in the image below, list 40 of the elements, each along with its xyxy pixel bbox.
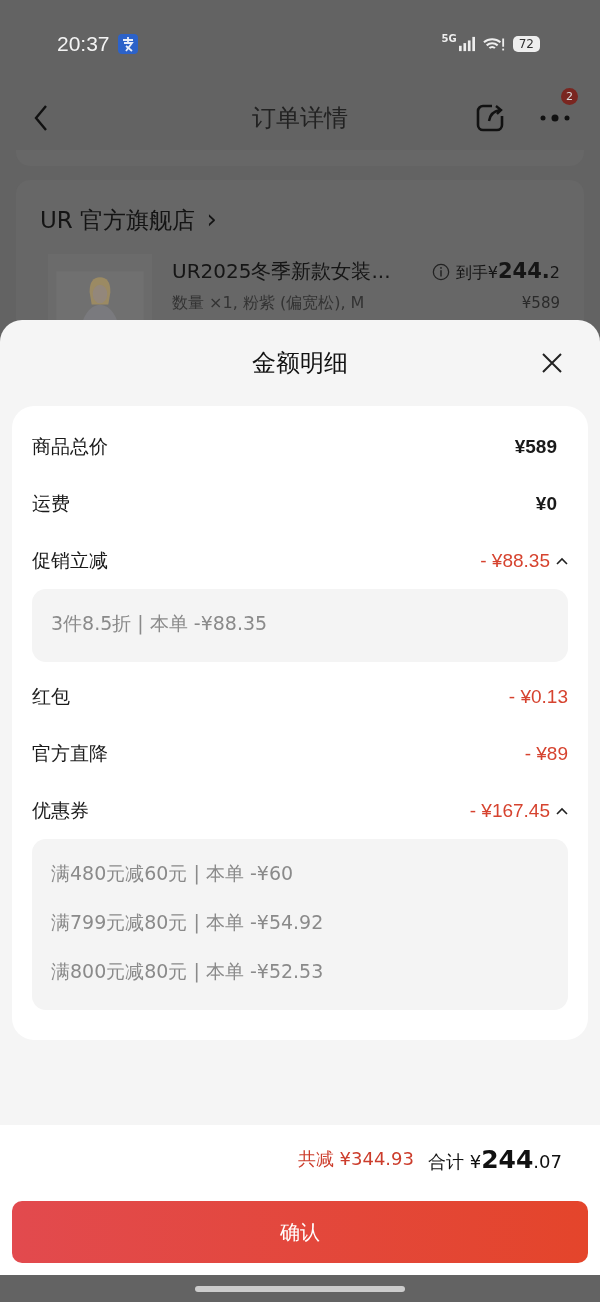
row-label: 促销立减 [32, 547, 109, 573]
close-icon[interactable] [542, 353, 562, 373]
row-amount: ¥589 [514, 435, 557, 458]
discount-line: 满800元减80元 | 本单 -¥52.53 [51, 959, 325, 985]
discount-line: 3件8.5折 | 本单 -¥88.35 [51, 611, 269, 637]
caret-icon[interactable] [556, 806, 568, 815]
more-icon[interactable] [540, 114, 570, 122]
row-amount: - ¥88.35 [480, 549, 550, 572]
row-label: 优惠券 [32, 797, 90, 823]
back-icon[interactable] [34, 104, 48, 132]
row-label: 官方直降 [32, 740, 109, 766]
network-label: 5G [441, 32, 457, 44]
app-icon [117, 34, 138, 54]
share-icon[interactable] [476, 104, 504, 132]
row-amount: - ¥0.13 [508, 685, 568, 708]
product-title[interactable]: UR2025冬季新款女装... [172, 258, 426, 285]
original-price: ¥589 [521, 294, 560, 312]
row-amount: ¥0 [535, 492, 557, 515]
row-label: 运费 [32, 490, 71, 516]
discount-line: 满799元减80元 | 本单 -¥54.92 [51, 910, 325, 936]
caret-icon[interactable] [556, 556, 568, 565]
home-indicator[interactable] [195, 1285, 405, 1292]
signal-icon [458, 36, 475, 52]
row-label: 红包 [32, 683, 71, 709]
page-title: 订单详情 [251, 103, 349, 134]
row-amount: - ¥167.45 [469, 799, 550, 822]
row-label: 商品总价 [32, 433, 109, 459]
confirm-button[interactable]: 确认 [12, 1201, 588, 1263]
store-link[interactable]: UR 官方旗舰店 › [40, 204, 217, 236]
row-amount: - ¥89 [524, 742, 568, 765]
battery-indicator: 72 [512, 36, 540, 52]
status-time: 20:37 [57, 32, 110, 56]
final-price: 到手¥244.2 [455, 259, 560, 284]
sheet-title: 金额明细 [252, 348, 348, 379]
info-icon[interactable] [431, 262, 450, 281]
notification-badge: 2 [561, 88, 578, 105]
total-saved: 共减 ¥344.93 [297, 1147, 414, 1171]
discount-line: 满480元减60元 | 本单 -¥60 [51, 861, 295, 887]
total-amount: 合计 ¥244.07 [428, 1144, 562, 1174]
wifi-icon [482, 36, 505, 52]
